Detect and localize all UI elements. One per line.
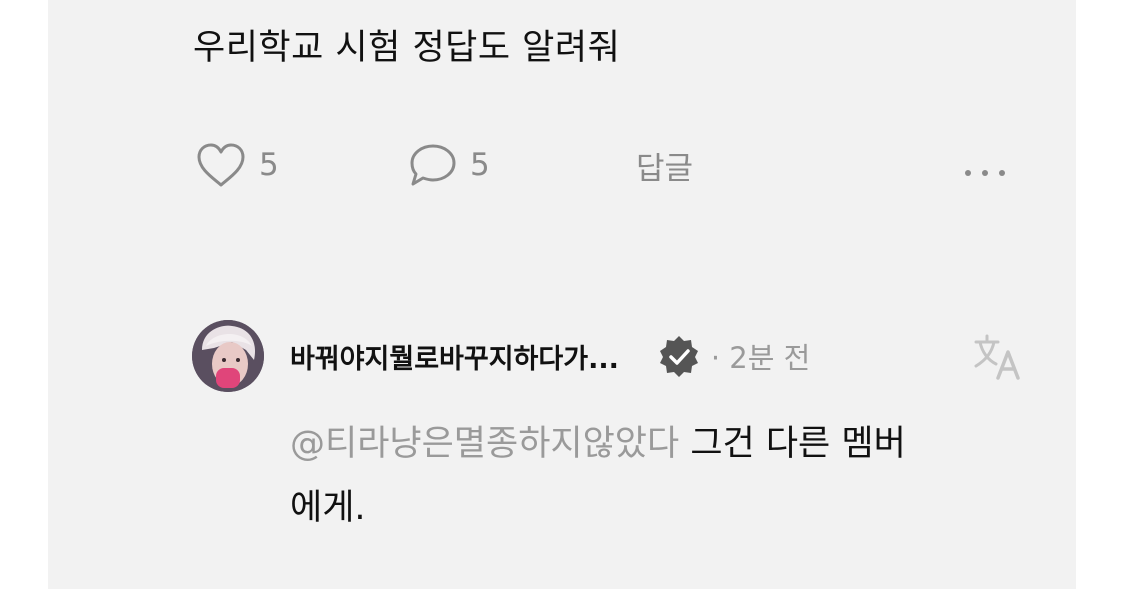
comment-button[interactable]: 5 bbox=[408, 142, 490, 188]
like-button[interactable]: 5 bbox=[195, 142, 279, 188]
more-dot bbox=[999, 170, 1005, 176]
more-dot bbox=[965, 170, 971, 176]
reply-username[interactable]: 바꿔야지뭘로바꾸지하다가... bbox=[290, 337, 619, 376]
avatar-image bbox=[192, 320, 264, 392]
reply-time: · 2분 전 bbox=[710, 341, 811, 375]
reply-text-line2: 에게. bbox=[290, 488, 366, 528]
comment-count: 5 bbox=[470, 147, 490, 183]
like-count: 5 bbox=[259, 147, 279, 183]
mention-link[interactable]: @티라냥은멸종하지않았다 bbox=[290, 424, 679, 464]
comment-icon bbox=[410, 144, 456, 186]
more-dot bbox=[982, 170, 988, 176]
reply-header: 바꿔야지뭘로바꾸지하다가... · 2분 전 bbox=[290, 330, 810, 382]
reply-body: @티라냥은멸종하지않았다 그건 다른 멤버 에게. bbox=[290, 412, 1030, 540]
verified-icon bbox=[659, 336, 698, 377]
more-icon[interactable] bbox=[965, 150, 1005, 196]
post-text: 우리학교 시험 정답도 알려줘 bbox=[193, 28, 621, 68]
translate-icon[interactable] bbox=[972, 332, 1024, 382]
heart-icon bbox=[197, 143, 245, 187]
reply-text-line1: 그건 다른 멤버 bbox=[679, 424, 906, 464]
reply-button[interactable]: 답글 bbox=[636, 142, 693, 188]
avatar[interactable] bbox=[192, 320, 264, 392]
